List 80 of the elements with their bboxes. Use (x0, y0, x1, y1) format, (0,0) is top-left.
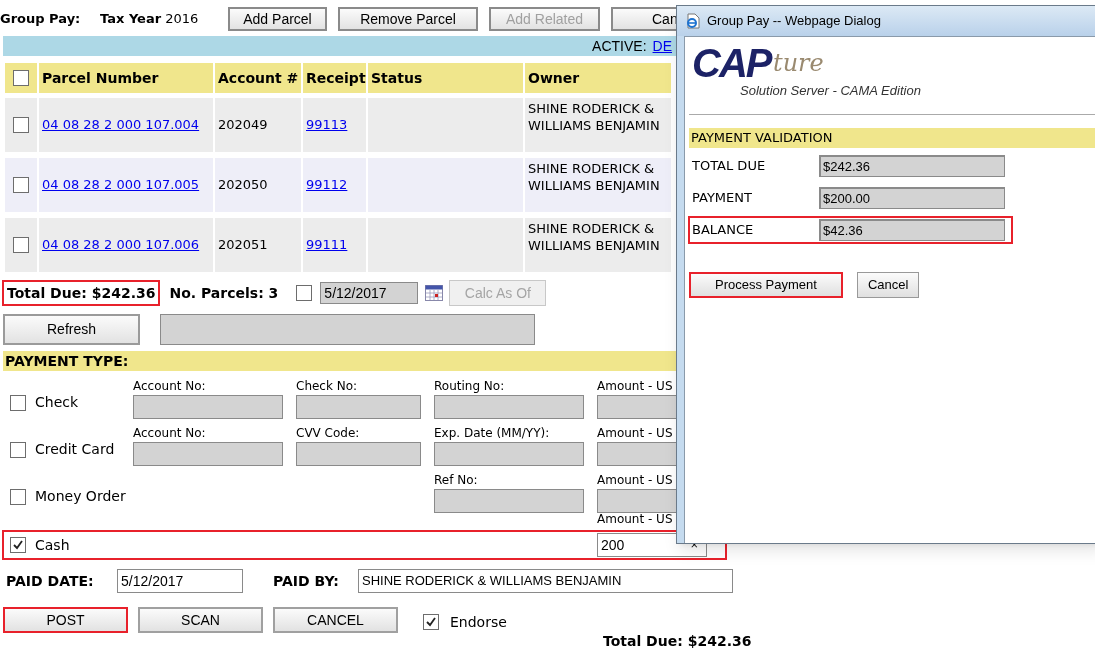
toolbar-button[interactable]: Remove Parcel (338, 7, 478, 31)
field-label: BALANCE (691, 221, 755, 240)
receipt-link[interactable]: 99113 (306, 115, 348, 135)
column-header: Owner (525, 63, 671, 93)
method-label: Money Order (35, 487, 126, 506)
table-cell: 202049 (215, 98, 301, 152)
dialog-button[interactable]: Cancel (856, 272, 920, 298)
column-header: Account # (215, 63, 301, 93)
input-field[interactable]: $42.36 (819, 219, 1005, 241)
field-label: Amount - US (597, 426, 674, 441)
date-field[interactable]: 5/12/2017 (320, 282, 419, 304)
calendar-icon[interactable] (425, 285, 444, 301)
parcel-link[interactable]: 04 08 28 2 000 107.006 (42, 235, 200, 255)
table-cell: SHINE RODERICK & WILLIAMS BENJAMIN (525, 218, 671, 272)
checkbox[interactable] (296, 285, 313, 301)
field-label: TOTAL DUE (691, 157, 767, 176)
checkbox[interactable] (13, 237, 29, 253)
page-icon (685, 13, 701, 29)
field-label: Account No: (133, 426, 207, 441)
input-field[interactable] (133, 395, 283, 419)
field-label: Amount - US (597, 379, 674, 394)
parcel-link[interactable]: 04 08 28 2 000 107.004 (42, 115, 200, 135)
table-cell: 202050 (215, 158, 301, 212)
tax-year-label: Tax Year 2016 (100, 10, 200, 29)
column-header: Status (368, 63, 523, 93)
action-button[interactable]: CANCEL (273, 607, 398, 633)
checkbox[interactable] (423, 614, 439, 630)
active-link[interactable]: DE (652, 35, 672, 57)
field-label: Amount - US (597, 512, 673, 527)
checkbox[interactable] (13, 117, 29, 133)
field-label: PAID BY: (273, 571, 340, 591)
dialog-button[interactable]: Process Payment (689, 272, 843, 298)
field-label: Routing No: (434, 379, 506, 394)
total-due: Total Due: $242.36 (603, 633, 752, 649)
total-due: Total Due: $242.36 (2, 280, 161, 306)
checkbox[interactable] (10, 488, 26, 505)
action-button[interactable]: SCAN (138, 607, 263, 633)
field-label: Check No: (296, 379, 359, 394)
field-label: CVV Code: (296, 426, 361, 441)
method-label: Cash (35, 535, 70, 555)
checkbox[interactable] (13, 177, 29, 193)
method-label: Credit Card (35, 440, 115, 459)
receipt-link[interactable]: 99111 (306, 235, 348, 255)
parcel-count: No. Parcels: 3 (169, 283, 279, 303)
input-field[interactable]: $242.36 (819, 155, 1005, 177)
input-field[interactable]: 5/12/2017 (117, 569, 243, 593)
table-cell: 202051 (215, 218, 301, 272)
checkbox[interactable] (10, 394, 26, 411)
field-label: Exp. Date (MM/YY): (434, 426, 551, 441)
input-field[interactable] (296, 395, 421, 419)
logo: CAPture Solution Server - CAMA Edition (691, 40, 922, 100)
receipt-link[interactable]: 99112 (306, 175, 348, 195)
input-field[interactable] (296, 442, 421, 466)
refresh-button[interactable]: Refresh (3, 314, 140, 345)
checkbox[interactable] (10, 441, 26, 458)
checkbox[interactable] (10, 537, 26, 553)
section-header: PAYMENT VALIDATION (689, 128, 1095, 148)
field-label: Ref No: (434, 473, 479, 488)
field-label: Account No: (133, 379, 207, 394)
column-header: Parcel Number (39, 63, 213, 93)
page-title: Group Pay: (0, 10, 82, 29)
input-field[interactable] (434, 489, 584, 513)
input-field[interactable] (434, 395, 584, 419)
endorse-label: Endorse (450, 612, 507, 632)
input-field[interactable]: $200.00 (819, 187, 1005, 209)
field-label: Amount - US (597, 473, 674, 488)
toolbar-button[interactable]: Add Parcel (228, 7, 327, 31)
table-cell: SHINE RODERICK & WILLIAMS BENJAMIN (525, 98, 671, 152)
action-button[interactable]: POST (3, 607, 128, 633)
active-label: ACTIVE: (592, 36, 647, 56)
parcel-link[interactable]: 04 08 28 2 000 107.005 (42, 175, 200, 195)
input-field[interactable]: SHINE RODERICK & WILLIAMS BENJAMIN (358, 569, 733, 593)
column-header: Receipt (303, 63, 366, 93)
input-field[interactable] (133, 442, 283, 466)
field-label: PAYMENT (691, 189, 753, 208)
field-label: PAID DATE: (6, 571, 95, 591)
checkbox[interactable] (13, 70, 29, 86)
input-field[interactable] (434, 442, 584, 466)
table-cell: SHINE RODERICK & WILLIAMS BENJAMIN (525, 158, 671, 212)
method-label: Check (35, 393, 79, 412)
